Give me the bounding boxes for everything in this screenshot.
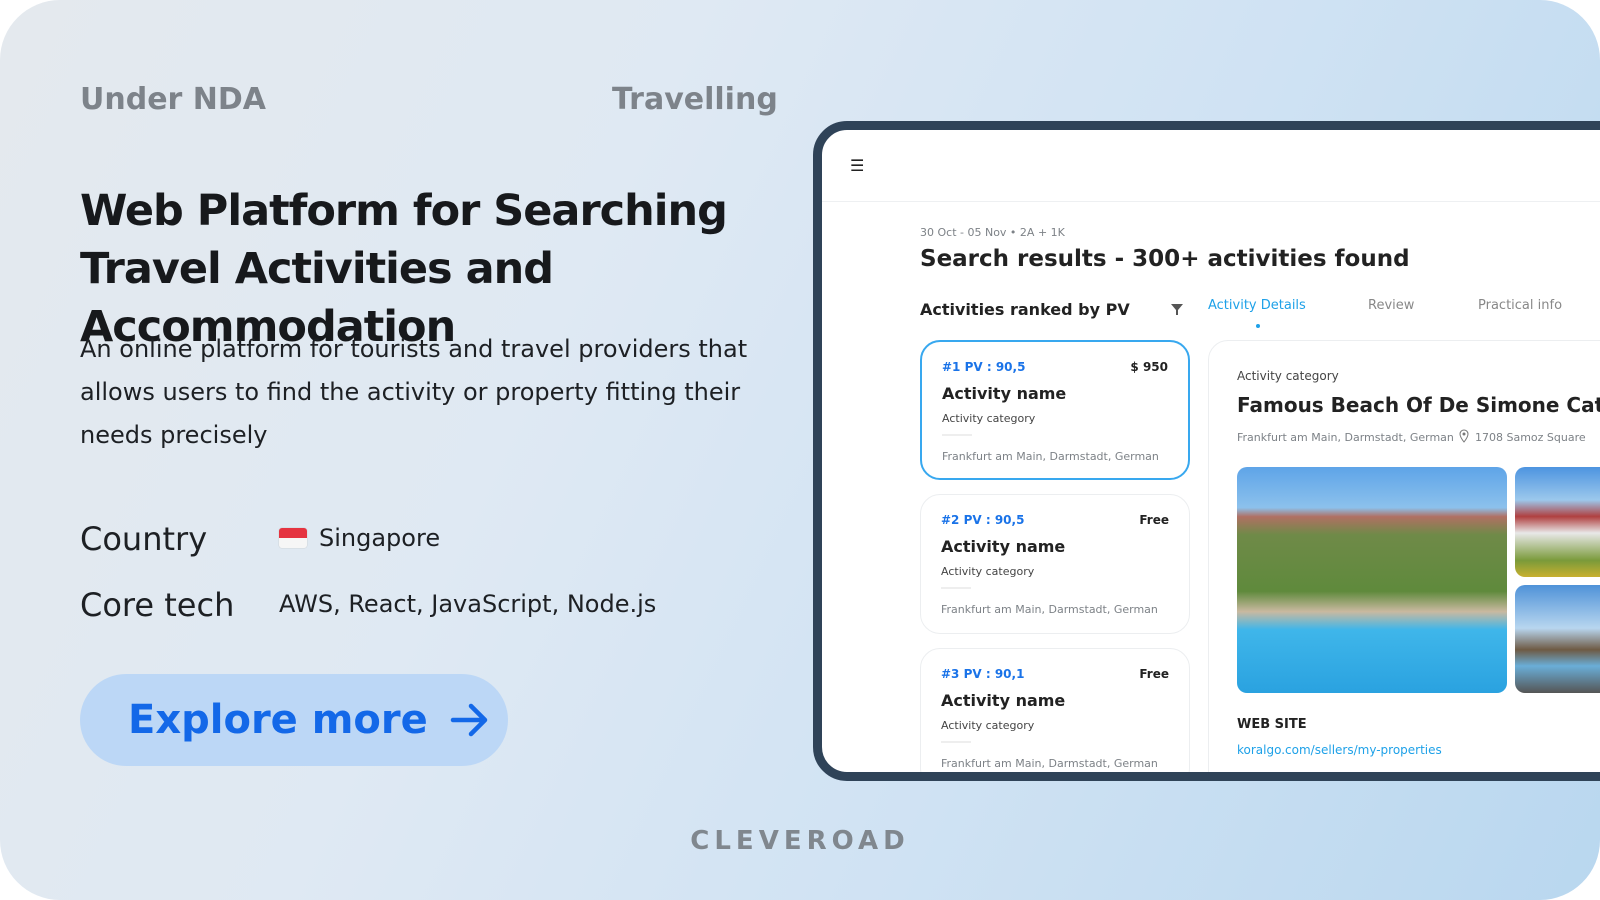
details-location: Frankfurt am Main, Darmstadt, German: [1237, 431, 1454, 444]
website-label: WEB SITE: [1237, 717, 1307, 732]
tab-activity-details[interactable]: Activity Details: [1208, 298, 1306, 313]
pv-rank: #1 PV : 90,5: [942, 360, 1026, 374]
website-link[interactable]: koralgo.com/sellers/my-properties: [1237, 743, 1442, 757]
tech-value: AWS, React, JavaScript, Node.js: [279, 590, 657, 618]
hamburger-icon[interactable]: ☰: [850, 156, 864, 175]
divider: [941, 741, 971, 743]
explore-more-button[interactable]: Explore more: [80, 674, 508, 766]
price: $ 950: [1130, 360, 1168, 374]
industry-tag: Travelling: [612, 82, 778, 117]
ranked-label: Activities ranked by PV: [920, 300, 1130, 319]
cleveroad-logo: CLEVEROAD: [690, 826, 910, 856]
results-title: Search results - 300+ activities found: [920, 246, 1410, 272]
details-category: Activity category: [1237, 369, 1339, 383]
tab-review[interactable]: Review: [1368, 298, 1414, 313]
details-address: 1708 Samoz Square: [1475, 431, 1586, 444]
divider: [942, 434, 972, 436]
price: Free: [1139, 513, 1169, 527]
app-screenshot: ☰ 30 Oct - 05 Nov • 2A + 1K Search resul…: [813, 121, 1600, 781]
price: Free: [1139, 667, 1169, 681]
activity-card[interactable]: #3 PV : 90,1 Free Activity name Activity…: [920, 648, 1190, 772]
activity-category: Activity category: [941, 719, 1035, 732]
activity-location: Frankfurt am Main, Darmstadt, German: [941, 603, 1158, 616]
activity-card[interactable]: #2 PV : 90,5 Free Activity name Activity…: [920, 494, 1190, 634]
description: An online platform for tourists and trav…: [80, 335, 748, 449]
activity-name: Activity name: [941, 537, 1066, 556]
trip-info: 30 Oct - 05 Nov • 2A + 1K: [920, 226, 1065, 239]
singapore-flag-icon: [279, 528, 307, 548]
thumbnail-photo[interactable]: [1515, 467, 1600, 577]
activity-category: Activity category: [942, 412, 1036, 425]
tech-label: Core tech: [80, 586, 235, 624]
pv-rank: #3 PV : 90,1: [941, 667, 1025, 681]
thumbnail-photo[interactable]: [1515, 585, 1600, 693]
activity-name: Activity name: [942, 384, 1067, 403]
country-value: Singapore: [279, 524, 440, 552]
activity-card[interactable]: #1 PV : 90,5 $ 950 Activity name Activit…: [920, 340, 1190, 480]
pv-rank: #2 PV : 90,5: [941, 513, 1025, 527]
activity-details-panel: Activity category Famous Beach Of De Sim…: [1208, 340, 1600, 772]
tab-practical-info[interactable]: Practical info: [1478, 298, 1562, 313]
case-study-card: Under NDA Travelling Web Platform for Se…: [0, 0, 1600, 900]
activity-name: Activity name: [941, 691, 1066, 710]
country-name: Singapore: [319, 524, 441, 552]
country-label: Country: [80, 520, 208, 558]
location-pin-icon: [1459, 429, 1469, 443]
nda-tag: Under NDA: [80, 82, 267, 117]
details-title: Famous Beach Of De Simone Cate: [1237, 393, 1600, 417]
explore-more-label: Explore more: [128, 697, 428, 743]
activity-location: Frankfurt am Main, Darmstadt, German: [942, 450, 1159, 463]
active-tab-indicator: [1256, 324, 1260, 328]
filter-icon[interactable]: [1170, 302, 1184, 316]
divider: [941, 587, 971, 589]
activity-location: Frankfurt am Main, Darmstadt, German: [941, 757, 1158, 770]
arrow-right-icon: [450, 703, 487, 737]
main-photo[interactable]: [1237, 467, 1507, 693]
app-topbar: ☰: [822, 130, 1600, 202]
activity-category: Activity category: [941, 565, 1035, 578]
